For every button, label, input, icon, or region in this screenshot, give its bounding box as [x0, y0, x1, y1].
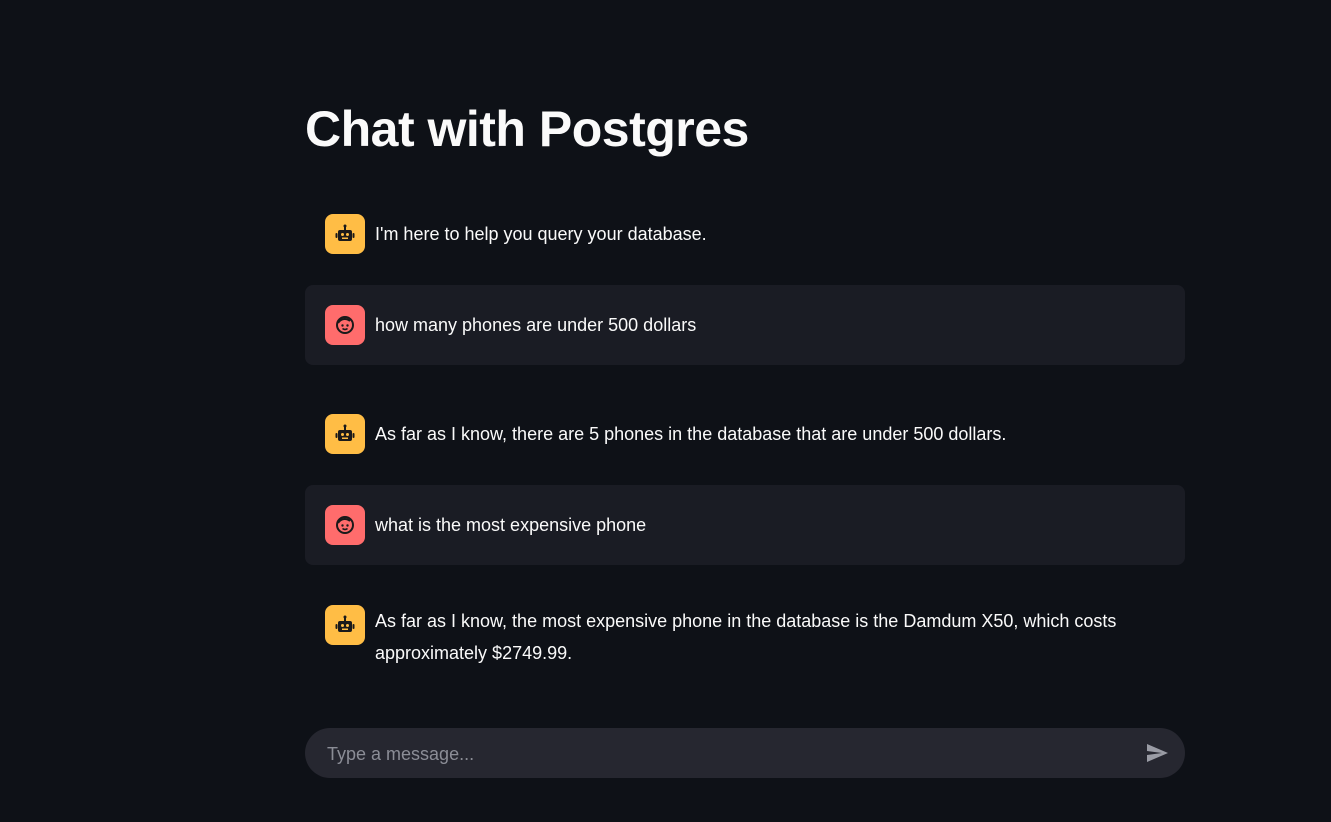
chat-message-assistant: As far as I know, the most expensive pho…: [305, 585, 1185, 689]
page-title: Chat with Postgres: [305, 101, 749, 157]
chat-input-bar: [305, 728, 1185, 780]
chat-message-assistant: As far as I know, there are 5 phones in …: [305, 394, 1185, 474]
chat-message-user: what is the most expensive phone: [305, 485, 1185, 565]
robot-icon: [325, 214, 365, 254]
robot-icon: [325, 414, 365, 454]
face-icon: [325, 305, 365, 345]
robot-icon: [325, 605, 365, 645]
message-text: how many phones are under 500 dollars: [375, 315, 697, 335]
message-text: As far as I know, the most expensive pho…: [375, 611, 1117, 663]
message-input[interactable]: [325, 728, 1129, 780]
chat-message-assistant: I'm here to help you query your database…: [305, 194, 1185, 274]
message-text: I'm here to help you query your database…: [375, 224, 707, 244]
send-button[interactable]: [1143, 740, 1171, 766]
message-text: what is the most expensive phone: [375, 515, 647, 535]
send-icon: [1147, 744, 1168, 762]
face-icon: [325, 505, 365, 545]
message-text: As far as I know, there are 5 phones in …: [375, 424, 1007, 444]
chat-message-user: how many phones are under 500 dollars: [305, 285, 1185, 365]
